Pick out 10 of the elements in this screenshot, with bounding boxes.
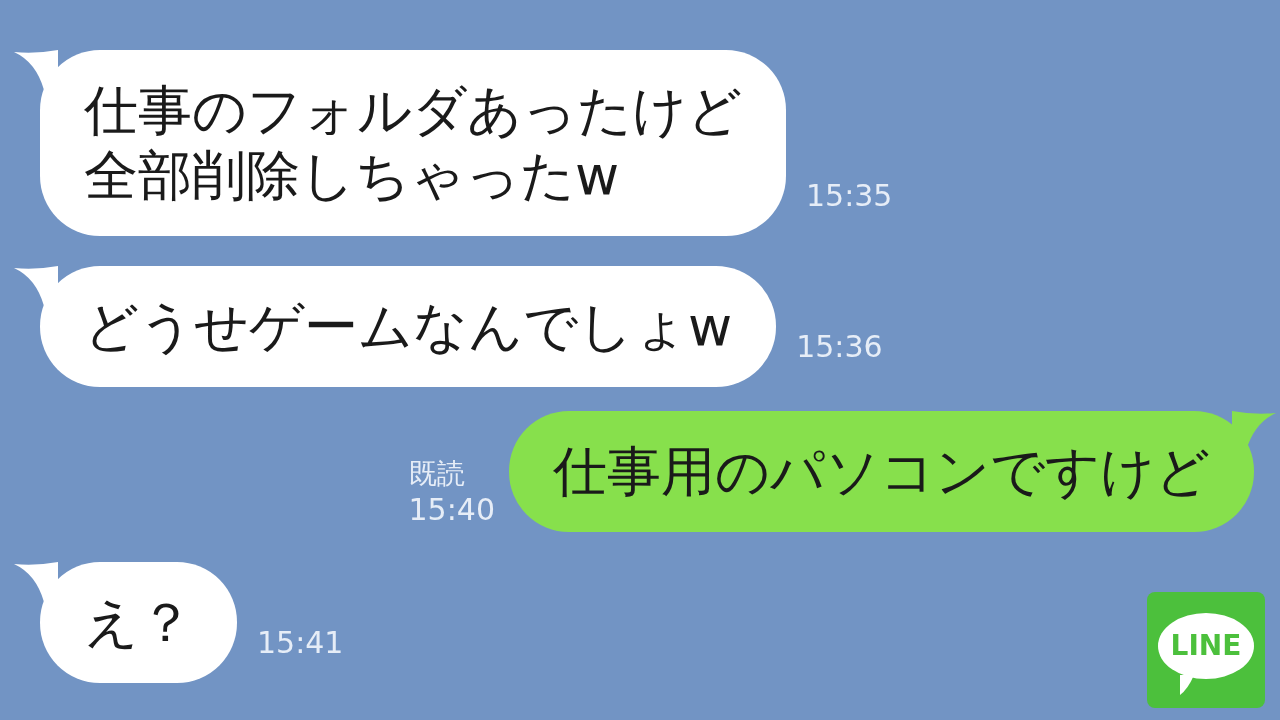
- read-receipt: 既読: [408, 456, 466, 492]
- message-bubble: 仕事のフォルダあったけど 全部削除しちゃったw: [40, 50, 786, 236]
- message-bubble: 仕事用のパソコンですけど: [509, 411, 1254, 532]
- message-time: 15:41: [257, 625, 344, 661]
- message-bubble: え？: [40, 562, 237, 683]
- logo-text: LINE: [1170, 628, 1242, 664]
- message-time: 15:40: [408, 492, 495, 528]
- message-bubble: どうせゲームなんでしょw: [40, 266, 777, 387]
- message-time: 15:36: [796, 329, 883, 365]
- message-time: 15:35: [806, 178, 893, 214]
